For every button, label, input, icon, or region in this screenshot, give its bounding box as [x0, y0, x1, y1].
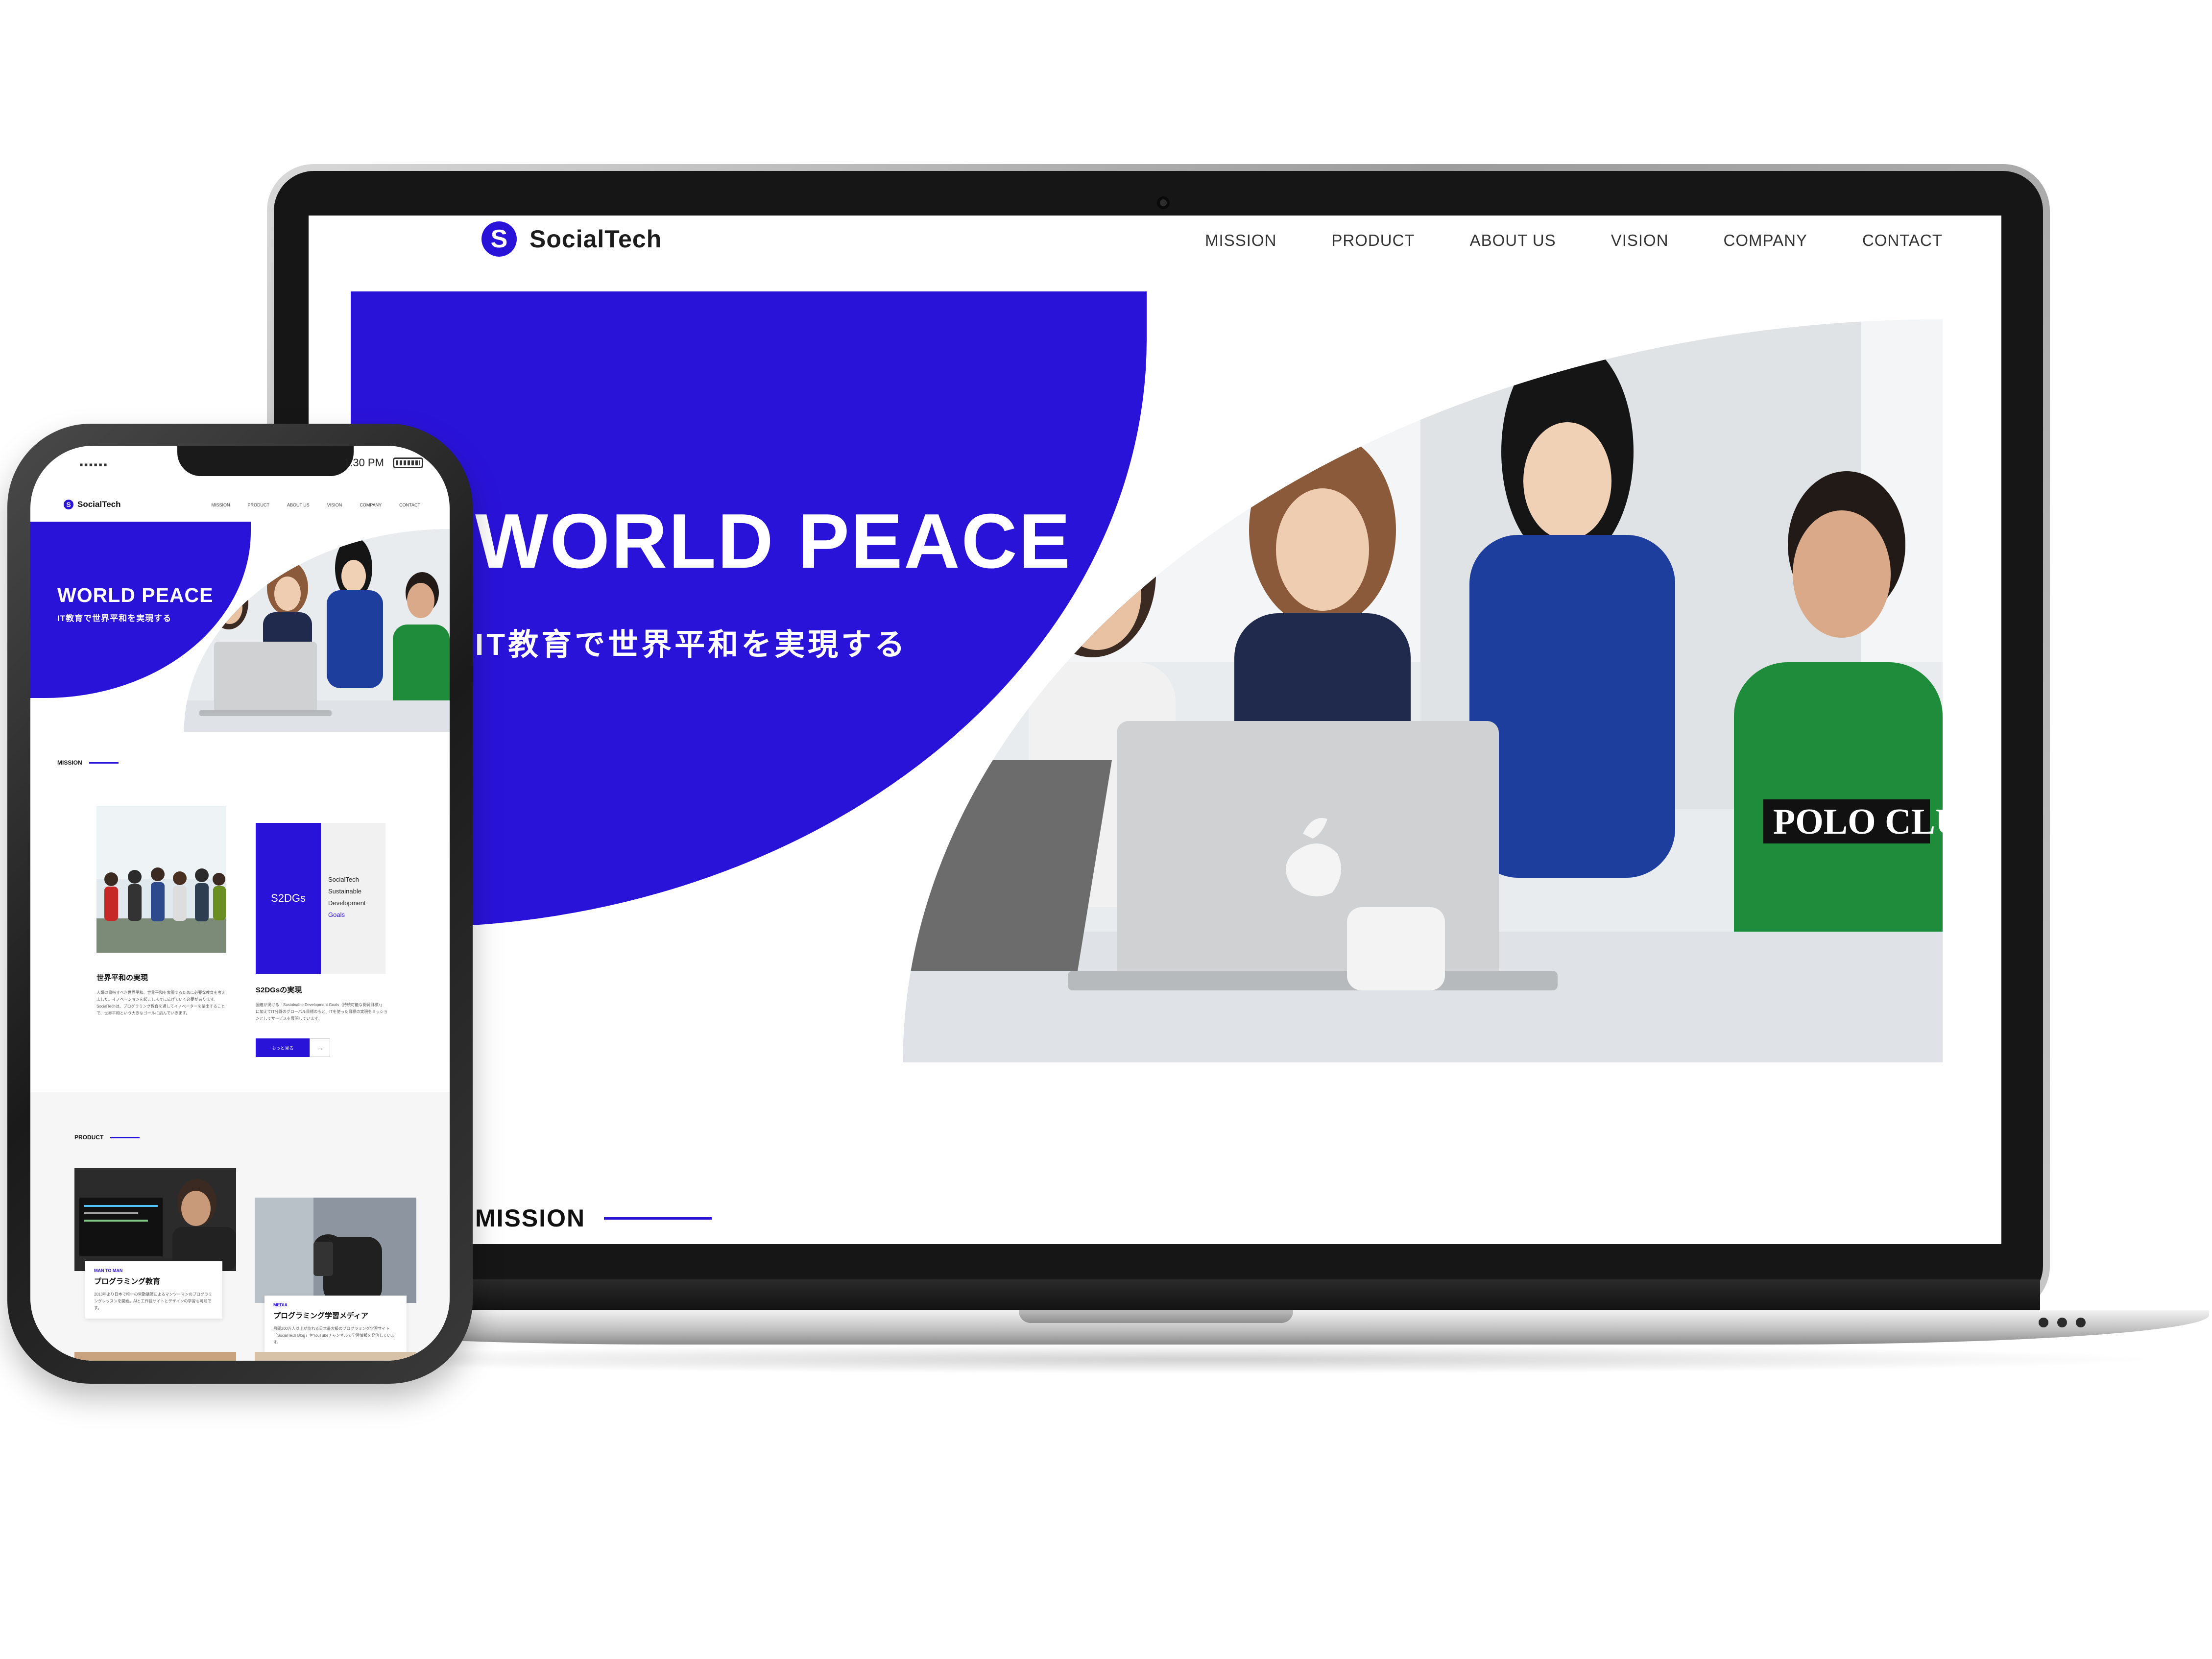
s2dgs-line: Development [328, 899, 366, 907]
hero-subtitle: IT教育で世界平和を実現する [475, 628, 908, 662]
nav-company[interactable]: COMPANY [1724, 231, 1807, 250]
logo-text: SocialTech [529, 225, 662, 253]
nav-mission[interactable]: MISSION [1205, 231, 1276, 250]
nav-vision[interactable]: VISION [327, 503, 342, 507]
nav-product[interactable]: PRODUCT [247, 503, 269, 507]
product-card[interactable]: MAN TO MAN プログラミング教育 2013年より日本で唯一の常勤講師によ… [85, 1261, 222, 1319]
indicator-light-icon [2057, 1318, 2067, 1327]
heading-underline [110, 1136, 140, 1138]
s2dgs-line: SocialTech [328, 876, 359, 883]
mission-card-text: 人類の目指すべき世界平和。世界平和を実現するために必要な教育を考えました。イノベ… [96, 990, 226, 1015]
phone-website: ▪▪▪▪▪▪ 1:30 PM S SocialTech MISSION PROD… [30, 446, 450, 1361]
main-nav: MISSION PRODUCT ABOUT US VISION COMPANY … [211, 503, 420, 507]
device-mockup-stage: S SocialTech MISSION PRODUCT ABOUT US VI… [0, 0, 2212, 1659]
product-heading: PRODUCT [74, 1134, 140, 1141]
product-tag: MEDIA [273, 1302, 288, 1307]
logo-icon: S [481, 221, 517, 257]
heading-underline [89, 762, 119, 764]
battery-icon [393, 457, 423, 468]
nav-contact[interactable]: CONTACT [1862, 231, 1943, 250]
product-text: 月間200万人以上が訪れる日本最大級のプログラミング学習サイト「SocialTe… [273, 1326, 395, 1345]
s2dgs-line: Goals [328, 911, 345, 918]
hero-title: WORLD PEACE [475, 498, 1072, 584]
laptop-notch [1019, 1310, 1293, 1323]
site-logo[interactable]: S SocialTech [481, 221, 662, 257]
mission-card-title: S2DGsの実現 [256, 986, 302, 994]
hero-title: WORLD PEACE [57, 584, 214, 606]
nav-mission[interactable]: MISSION [211, 503, 230, 507]
main-nav: MISSION PRODUCT ABOUT US VISION COMPANY … [1205, 231, 1943, 250]
s2dgs-badge: S2DGs [256, 823, 321, 974]
s2dgs-graphic: S2DGs SocialTech Sustainable Development… [256, 823, 385, 974]
laptop-website: S SocialTech MISSION PRODUCT ABOUT US VI… [309, 216, 2001, 1244]
product-card[interactable]: MEDIA プログラミング学習メディア 月間200万人以上が訪れる日本最大級のプ… [264, 1296, 407, 1353]
product-heading-text: PRODUCT [74, 1134, 104, 1141]
mission-heading: MISSION [475, 1204, 712, 1232]
product-text: 2013年より日本で唯一の常勤講師によるマンツーマンのプログラミングレッスンを開… [94, 1292, 213, 1310]
nav-product[interactable]: PRODUCT [1331, 231, 1415, 250]
arrow-right-icon[interactable]: → [310, 1038, 330, 1057]
heading-underline [604, 1217, 712, 1220]
logo-icon: S [64, 500, 73, 509]
nav-about-us[interactable]: ABOUT US [1470, 231, 1556, 250]
svg-text:POLO CLUB: POLO CLUB [1773, 802, 1943, 842]
nav-company[interactable]: COMPANY [360, 503, 382, 507]
product-title: プログラミング教育 [94, 1277, 161, 1286]
signal-icon: ▪▪▪▪▪▪ [79, 458, 108, 471]
mission-heading-text: MISSION [475, 1204, 586, 1232]
s2dgs-line: Sustainable [328, 888, 361, 895]
phone-frame: ▪▪▪▪▪▪ 1:30 PM S SocialTech MISSION PROD… [7, 424, 473, 1384]
mission-heading: MISSION [57, 759, 119, 766]
camera-icon [1157, 196, 1170, 209]
phone-notch [177, 446, 354, 476]
laptop-shadow [255, 1345, 2165, 1374]
nav-about-us[interactable]: ABOUT US [287, 503, 310, 507]
site-logo[interactable]: S SocialTech [64, 500, 121, 509]
indicator-light-icon [2076, 1318, 2086, 1327]
mission-heading-text: MISSION [57, 759, 82, 766]
mission-card-text: 国連が掲げる「Sustainable Development Goals（持続可… [256, 1003, 388, 1021]
mission-photo [96, 806, 226, 953]
read-more-button[interactable]: もっと見る [256, 1038, 310, 1057]
indicator-light-icon [2039, 1318, 2048, 1327]
nav-vision[interactable]: VISION [1611, 231, 1669, 250]
product-title: プログラミング学習メディア [273, 1312, 368, 1320]
product-photo [74, 1168, 236, 1271]
mission-card-title: 世界平和の実現 [96, 974, 148, 982]
product-photo [255, 1352, 416, 1361]
product-photo [255, 1198, 416, 1303]
nav-contact[interactable]: CONTACT [399, 503, 420, 507]
hero-subtitle: IT教育で世界平和を実現する [57, 614, 172, 623]
product-photo [74, 1352, 236, 1361]
product-tag: MAN TO MAN [94, 1268, 123, 1273]
logo-text: SocialTech [77, 500, 121, 509]
s2dgs-caption: SocialTech Sustainable Development Goals [328, 874, 366, 921]
status-time: 1:30 PM [344, 457, 384, 469]
